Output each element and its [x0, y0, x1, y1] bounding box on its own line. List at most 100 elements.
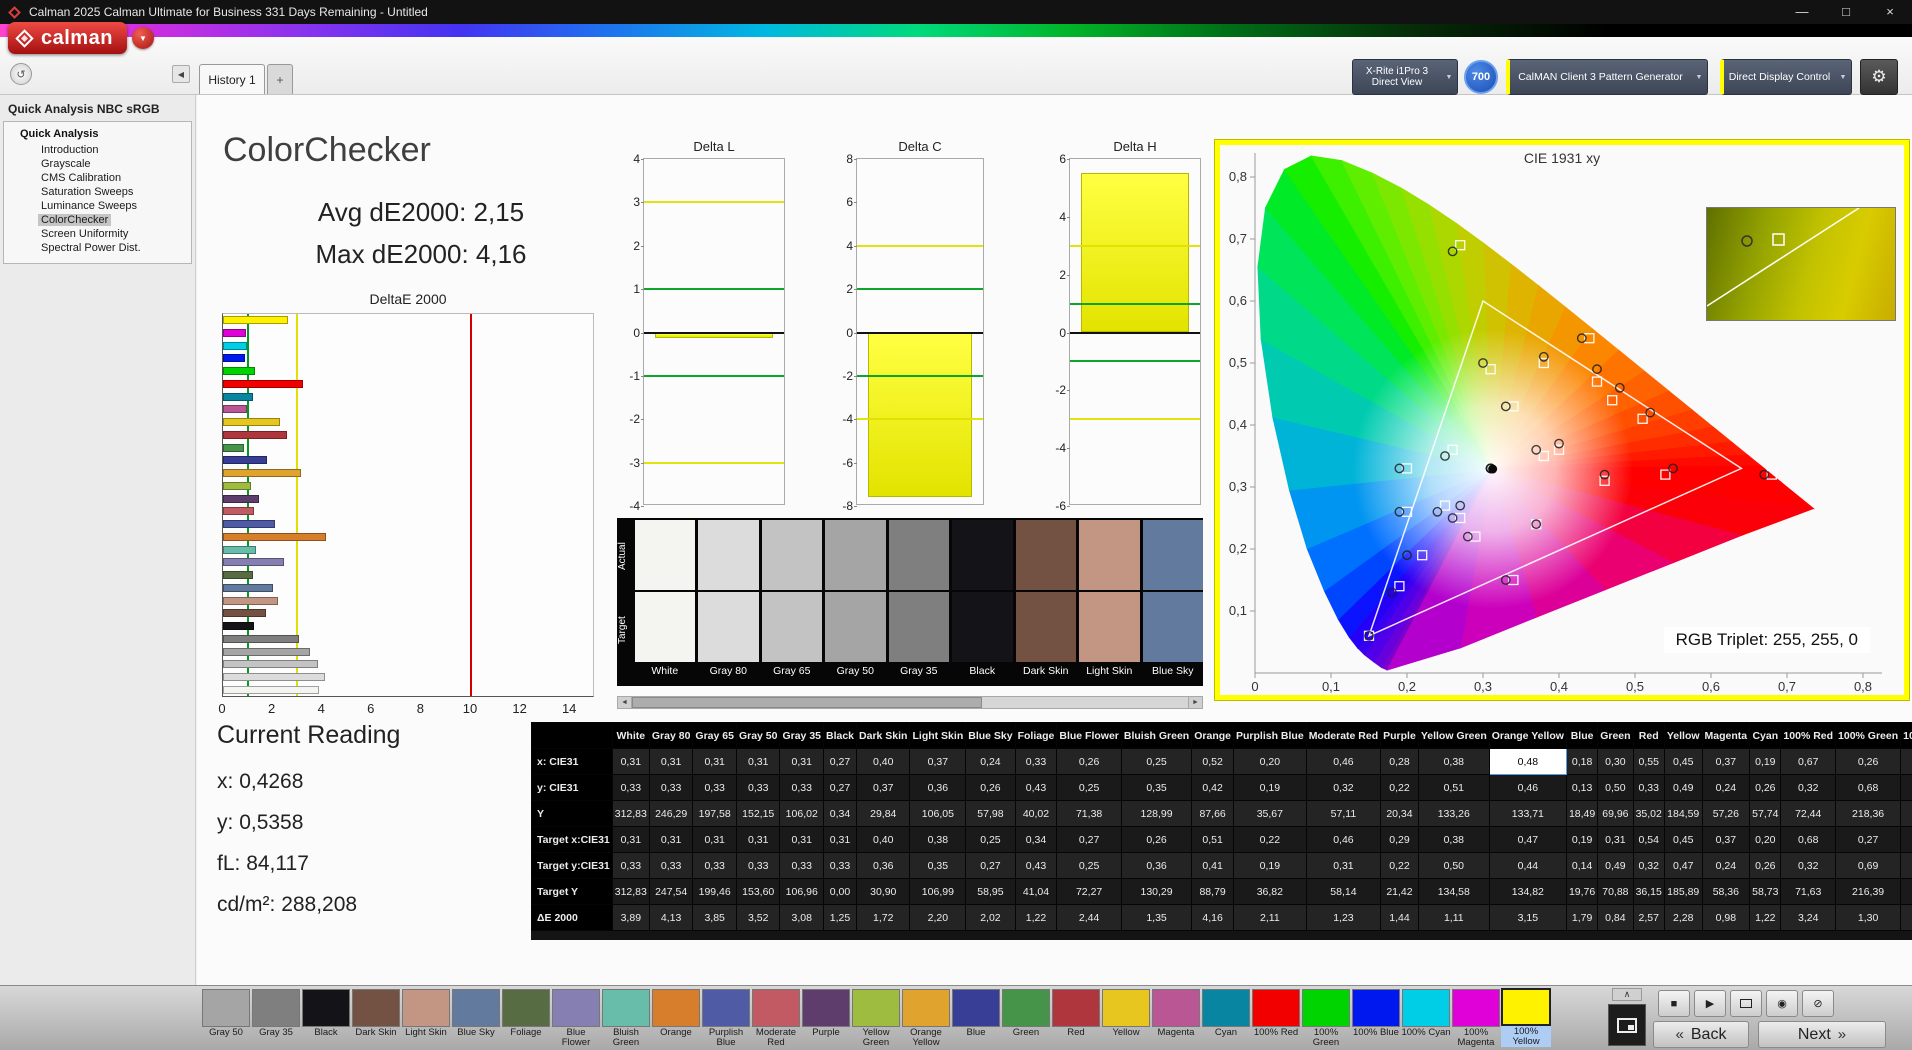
table-cell[interactable]: 1,44 [1381, 905, 1419, 931]
table-cell[interactable]: 0,45 [1664, 827, 1702, 853]
scrollbar-track[interactable] [982, 697, 1188, 708]
table-cell[interactable]: 0,26 [966, 775, 1015, 801]
table-cell[interactable]: 246,29 [649, 801, 693, 827]
table-cell[interactable]: 0,38 [1418, 827, 1489, 853]
sidebar-item-introduction[interactable]: Introduction [38, 143, 191, 157]
display-control-dropdown[interactable]: Direct Display Control ▼ [1720, 59, 1852, 95]
table-cell[interactable]: 0,33 [736, 853, 780, 879]
table-cell[interactable]: 312,83 [612, 801, 649, 827]
table-cell[interactable]: 0,49 [1598, 853, 1633, 879]
table-cell[interactable]: 0,40 [857, 749, 910, 775]
table-cell[interactable]: 88,79 [1192, 879, 1234, 905]
table-cell[interactable]: 0,31 [612, 827, 649, 853]
display-pattern-button[interactable] [1730, 990, 1762, 1017]
table-cell[interactable]: 3,15 [1489, 905, 1566, 931]
table-cell[interactable]: 0,31 [1306, 853, 1380, 879]
table-cell[interactable]: 0,31 [1598, 827, 1633, 853]
pattern-swatch-purplish-blue[interactable]: Purplish Blue [701, 988, 751, 1048]
sidebar-item-screen-uniformity[interactable]: Screen Uniformity [38, 227, 191, 241]
table-cell[interactable]: 0,32 [1781, 853, 1836, 879]
table-cell[interactable]: 72,27 [1057, 879, 1122, 905]
table-cell[interactable]: 57,74 [1750, 801, 1781, 827]
pattern-swatch-100-magenta[interactable]: 100% Magenta [1451, 988, 1501, 1048]
table-cell[interactable]: 0,31 [824, 827, 857, 853]
pattern-swatch-gray-50[interactable]: Gray 50 [201, 988, 251, 1048]
table-cell[interactable]: 0,22 [1234, 827, 1307, 853]
pattern-swatch-orange[interactable]: Orange [651, 988, 701, 1048]
table-cell[interactable]: 1,22 [1015, 905, 1057, 931]
table-cell[interactable]: 0,19 [1566, 827, 1597, 853]
table-cell[interactable]: 106,05 [910, 801, 966, 827]
table-cell[interactable]: 0,22 [1381, 775, 1419, 801]
table-cell[interactable]: 0,26 [1750, 775, 1781, 801]
pattern-swatch-yellow-green[interactable]: Yellow Green [851, 988, 901, 1048]
back-button[interactable]: « Back [1653, 1021, 1749, 1048]
table-cell[interactable]: 128,99 [1121, 801, 1191, 827]
table-cell[interactable]: 0,00 [824, 879, 857, 905]
table-cell[interactable]: 0,15 [1901, 827, 1912, 853]
play-button[interactable]: ▶ [1694, 990, 1726, 1017]
table-cell[interactable]: 0,50 [1598, 775, 1633, 801]
table-cell[interactable]: 216,39 [1836, 879, 1901, 905]
session-button[interactable]: ↺ [10, 63, 32, 85]
table-cell[interactable]: 0,33 [780, 775, 824, 801]
table-cell[interactable]: 58,14 [1306, 879, 1380, 905]
table-cell[interactable]: 0,22 [1381, 853, 1419, 879]
table-cell[interactable]: 0,43 [1015, 853, 1057, 879]
sidebar-item-cms-calibration[interactable]: CMS Calibration [38, 171, 191, 185]
table-cell[interactable]: 312,83 [612, 879, 649, 905]
table-cell[interactable]: 0,30 [1598, 749, 1633, 775]
next-button[interactable]: Next » [1758, 1021, 1886, 1048]
pattern-swatch-cyan[interactable]: Cyan [1201, 988, 1251, 1048]
table-cell[interactable]: 0,31 [649, 749, 693, 775]
pattern-swatch-light-skin[interactable]: Light Skin [401, 988, 451, 1048]
table-cell[interactable]: 4,16 [1192, 905, 1234, 931]
table-cell[interactable]: 0,44 [1489, 853, 1566, 879]
table-cell[interactable]: 0,45 [1664, 749, 1702, 775]
pattern-generator-dropdown[interactable]: CalMAN Client 3 Pattern Generator ▼ [1506, 59, 1708, 95]
table-cell[interactable]: 26,14 [1901, 801, 1912, 827]
table-cell[interactable]: 3,08 [780, 905, 824, 931]
table-cell[interactable]: 0,13 [1566, 775, 1597, 801]
table-cell[interactable]: 24,80 [1901, 879, 1912, 905]
pattern-swatch-moderate-red[interactable]: Moderate Red [751, 988, 801, 1048]
table-cell[interactable]: 106,99 [910, 879, 966, 905]
table-cell[interactable]: 1,30 [1836, 905, 1901, 931]
maximize-button[interactable]: □ [1824, 0, 1868, 24]
scrollbar-thumb[interactable] [632, 697, 982, 708]
table-cell[interactable]: 0,32 [1781, 775, 1836, 801]
table-cell[interactable]: 0,27 [824, 749, 857, 775]
table-cell[interactable]: 2,28 [1664, 905, 1702, 931]
table-cell[interactable]: 0,26 [1121, 827, 1191, 853]
table-cell[interactable]: 153,60 [736, 879, 780, 905]
table-cell[interactable]: 0,31 [736, 749, 780, 775]
table-cell[interactable]: 2,57 [1633, 905, 1664, 931]
table-cell[interactable]: 2,44 [1057, 905, 1122, 931]
pattern-swatch-dark-skin[interactable]: Dark Skin [351, 988, 401, 1048]
meter-status-badge[interactable]: 700 [1464, 60, 1498, 94]
close-button[interactable]: × [1868, 0, 1912, 24]
table-cell[interactable]: 185,89 [1664, 879, 1702, 905]
record-button[interactable]: ◉ [1766, 990, 1798, 1017]
table-cell[interactable]: 58,73 [1750, 879, 1781, 905]
table-cell[interactable]: 40,02 [1015, 801, 1057, 827]
table-cell[interactable]: 0,35 [1121, 775, 1191, 801]
table-cell[interactable]: 0,31 [649, 827, 693, 853]
table-cell[interactable]: 18,49 [1566, 801, 1597, 827]
table-cell[interactable]: 0,48 [1489, 749, 1566, 775]
table-cell[interactable]: 133,26 [1418, 801, 1489, 827]
tab-history-1[interactable]: History 1 [199, 64, 265, 94]
table-cell[interactable]: 0,27 [1836, 827, 1901, 853]
table-cell[interactable]: 1,23 [1306, 905, 1380, 931]
pattern-swatch-black[interactable]: Black [301, 988, 351, 1048]
table-cell[interactable]: 218,36 [1836, 801, 1901, 827]
sidebar-item-grayscale[interactable]: Grayscale [38, 157, 191, 171]
table-cell[interactable]: 0,46 [1306, 749, 1380, 775]
table-cell[interactable]: 0,51 [1192, 827, 1234, 853]
table-cell[interactable]: 0,06 [1901, 775, 1912, 801]
pattern-swatch-blue[interactable]: Blue [951, 988, 1001, 1048]
table-cell[interactable]: 0,24 [966, 749, 1015, 775]
table-cell[interactable]: 0,69 [1836, 853, 1901, 879]
table-cell[interactable]: 106,02 [780, 801, 824, 827]
table-cell[interactable]: 0,36 [857, 853, 910, 879]
